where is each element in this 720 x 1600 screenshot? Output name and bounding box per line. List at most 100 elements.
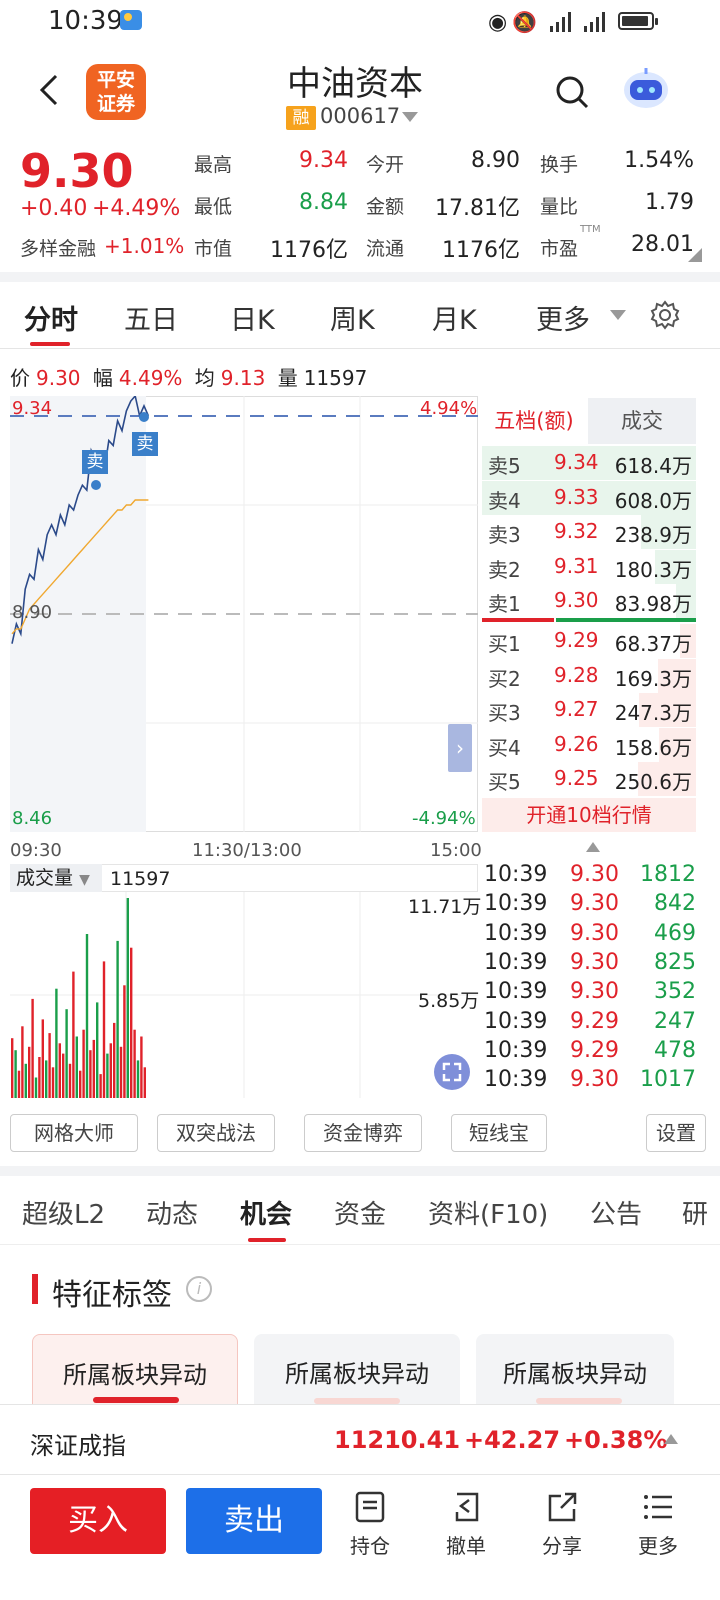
back-arrow-icon[interactable] [30,70,70,110]
more-label: 更多 [638,1534,678,1558]
level-volume: 250.6万 [614,770,692,794]
broker-logo[interactable]: 平安 证券 [86,64,146,120]
tab-opportunity[interactable]: 机会 [240,1194,292,1231]
chevron-down-icon[interactable] [402,112,418,122]
info-price: 9.30 [36,366,81,390]
more-button[interactable]: 更多 [628,1490,688,1570]
level-label: 买3 [488,701,521,725]
sell-marker[interactable]: 卖 [132,432,158,456]
pct-axis-top-label: 4.94% [420,398,478,419]
chevron-up-icon[interactable] [664,1434,678,1444]
tab-more[interactable]: 更多 [536,298,590,337]
tab-f10[interactable]: 资料(F10) [428,1194,548,1231]
volume-bar [89,1050,92,1098]
trade-volume: 478 [654,1037,696,1063]
ask-row[interactable]: 卖4 9.33 608.0万 [482,480,696,515]
sell-button[interactable]: 卖出 [186,1488,322,1554]
double-breakout-button[interactable]: 双突战法 [157,1114,275,1152]
feature-card-label: 所属板块异动 [503,1360,647,1388]
volume-indicator-select[interactable]: 成交量 ▼ [10,864,102,892]
volume-bar [130,947,133,1098]
tab-research[interactable]: 研 [682,1194,708,1231]
gear-icon[interactable] [650,300,680,330]
sector-label[interactable]: 多样金融 [20,234,96,261]
sector-pct[interactable]: +1.01% [104,234,184,258]
robot-assistant-icon[interactable] [620,66,672,112]
quote-field-label: 最高 [194,154,233,176]
ask-row[interactable]: 卖3 9.32 238.9万 [482,515,696,549]
tab-super-l2[interactable]: 超级L2 [22,1194,105,1231]
search-icon[interactable] [554,74,590,110]
bid-row[interactable]: 买1 9.29 68.37万 [482,624,696,658]
price-change-pct: +4.49% [92,196,181,221]
stock-code[interactable]: 000617 [320,104,400,128]
cancel-order-button[interactable]: 撤单 [436,1490,496,1570]
status-time: 10:39 [48,6,123,36]
info-avg-label: 均 [194,366,215,390]
trade-volume: 1812 [640,862,696,887]
level-label: 卖4 [488,488,521,513]
trade-volume: 352 [654,979,696,1005]
ask-row[interactable]: 卖2 9.31 180.3万 [482,549,696,584]
bid-row[interactable]: 买4 9.26 158.6万 [482,727,696,762]
tab-intraday[interactable]: 分时 [24,298,78,337]
volume-bar [96,1002,99,1098]
card-indicator [93,1397,179,1403]
ask-row[interactable]: 卖1 9.30 83.98万 [482,584,696,618]
battery-icon [618,12,658,30]
bid-row[interactable]: 买3 9.27 247.3万 [482,693,696,727]
tab-funds[interactable]: 资金 [334,1194,386,1231]
feature-card-label: 所属板块异动 [285,1360,429,1388]
tab-announcements[interactable]: 公告 [590,1194,642,1231]
trade-price: 9.29 [570,1037,619,1063]
eye-icon: ◉ [488,10,508,35]
x-axis-label: 09:30 [10,840,62,861]
share-button[interactable]: 分享 [532,1490,592,1570]
level-price: 9.25 [554,766,599,790]
volume-bar [75,1036,78,1098]
trade-row: 10:39 9.30 352 [484,979,696,1008]
expand-order-book-icon[interactable]: › [448,724,472,772]
quote-field-value: 1176亿 [270,238,348,263]
volume-bar [14,1050,17,1098]
chevron-down-icon[interactable] [610,310,626,320]
expand-corner-icon[interactable] [688,248,702,262]
fullscreen-icon[interactable] [434,1054,470,1090]
volume-bar [38,1057,41,1098]
positions-button[interactable]: 持仓 [340,1490,400,1570]
mute-bell-icon: 🔕 [512,10,537,34]
level-volume: 169.3万 [614,666,692,691]
open-10-level-button[interactable]: 开通10档行情 [482,798,696,832]
index-name: 深证成指 [30,1432,126,1460]
undo-icon [455,1492,479,1522]
tab-five-level[interactable]: 五档(额) [480,398,588,444]
ask-row[interactable]: 卖5 9.34 618.4万 [482,446,696,480]
volume-bar [17,1070,21,1098]
feature-card[interactable]: 所属板块异动 [476,1334,674,1414]
sell-marker[interactable]: 卖 [82,450,108,474]
volume-bar [102,961,106,1098]
fund-game-button[interactable]: 资金博弈 [304,1114,422,1152]
quote-field-value: 9.34 [299,148,348,173]
tab-trades[interactable]: 成交 [588,398,696,444]
buy-button[interactable]: 买入 [30,1488,166,1554]
signal-icon-2 [580,10,610,32]
margin-badge: 融 [286,106,316,130]
info-icon[interactable]: i [186,1276,212,1302]
grid-master-button[interactable]: 网格大师 [10,1114,138,1152]
bid-row[interactable]: 买2 9.28 169.3万 [482,658,696,693]
short-term-button[interactable]: 短线宝 [451,1114,547,1152]
y-axis-mid-label: 8.90 [12,602,53,623]
tab-news[interactable]: 动态 [146,1194,198,1231]
feature-card[interactable]: 所属板块异动 [32,1334,238,1414]
volume-bar [82,1029,85,1098]
tab-daily-k[interactable]: 日K [230,298,275,337]
bid-row[interactable]: 买5 9.25 250.6万 [482,762,696,796]
tab-weekly-k[interactable]: 周K [330,298,375,337]
settings-button[interactable]: 设置 [646,1114,706,1152]
feature-card[interactable]: 所属板块异动 [254,1334,460,1414]
tab-five-day[interactable]: 五日 [124,298,178,337]
chevron-up-icon[interactable] [586,842,600,852]
volume-bar [85,934,89,1098]
tab-monthly-k[interactable]: 月K [432,298,477,337]
